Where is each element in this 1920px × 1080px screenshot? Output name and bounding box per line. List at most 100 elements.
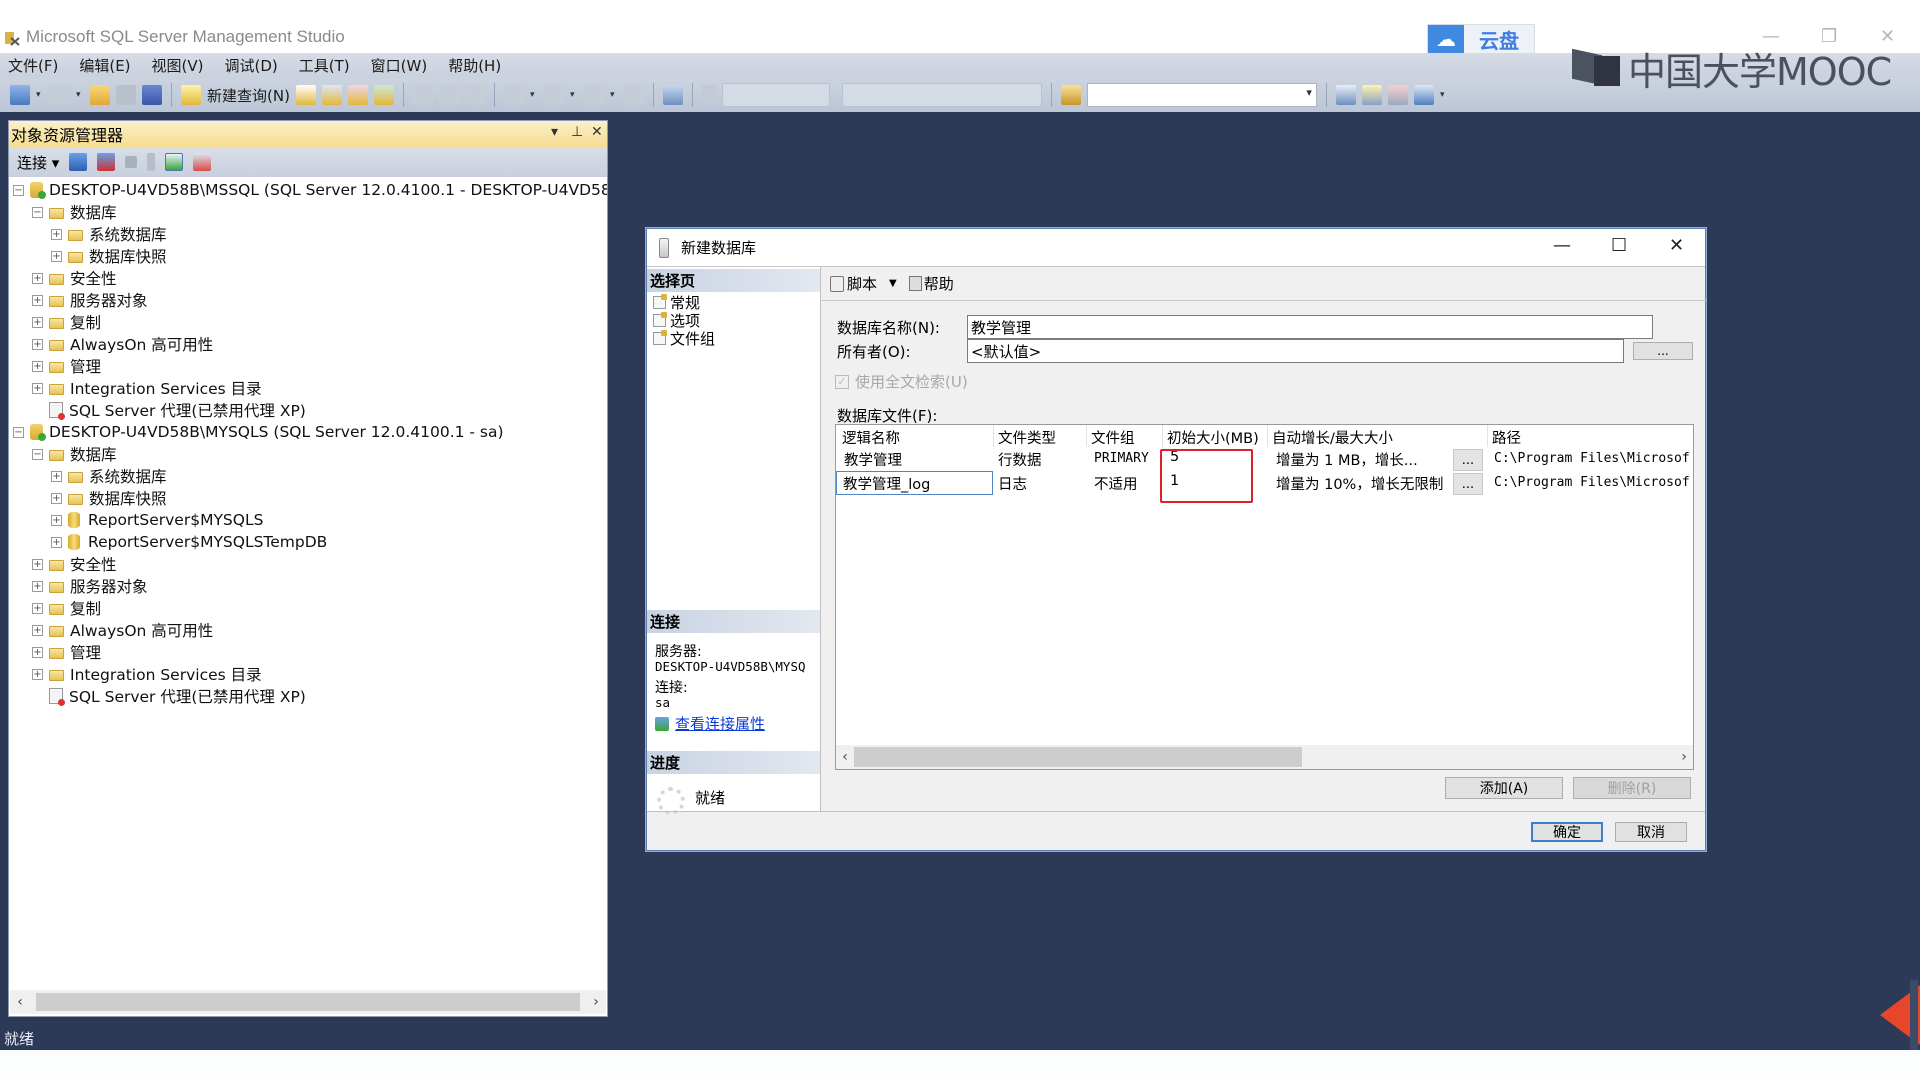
fulltext-checkbox[interactable]: ✓ 使用全文检索(U) <box>835 371 968 392</box>
row2-logical-name-input[interactable]: 教学管理_log <box>836 471 993 495</box>
expand-icon[interactable]: + <box>32 580 43 592</box>
collapse-icon[interactable]: − <box>32 206 43 218</box>
panel-menu-dropdown-icon[interactable]: ▾ <box>551 124 558 140</box>
row1-autogrowth[interactable]: 增量为 1 MB，增长... <box>1276 449 1418 470</box>
expand-icon[interactable]: + <box>32 558 43 570</box>
xmla-query-icon[interactable] <box>373 85 394 105</box>
help-button[interactable]: 帮助 <box>901 273 954 294</box>
navigate-back-dropdown-icon[interactable]: ▾ <box>610 90 618 100</box>
tree-node[interactable]: + 复制 <box>32 311 101 333</box>
scroll-left-icon[interactable]: ‹ <box>836 749 854 765</box>
collapse-icon[interactable]: − <box>13 184 24 196</box>
row2-path[interactable]: C:\Program Files\Microsof <box>1494 475 1694 490</box>
tree-node[interactable]: + 安全性 <box>32 553 117 575</box>
platform-combo[interactable] <box>841 83 1042 107</box>
panel-close-icon[interactable]: ✕ <box>591 124 603 140</box>
row1-autogrowth-browse-button[interactable]: ... <box>1453 449 1483 471</box>
db-engine-query-icon[interactable] <box>295 85 316 105</box>
expand-icon[interactable]: + <box>32 624 43 636</box>
connect-button[interactable]: 连接 ▾ <box>17 152 59 173</box>
tree-node[interactable]: + 安全性 <box>32 267 117 289</box>
expand-icon[interactable]: + <box>32 646 43 658</box>
redo-dropdown-icon[interactable]: ▾ <box>570 90 578 100</box>
scroll-right-icon[interactable]: › <box>1675 749 1693 765</box>
tree-node[interactable]: + 数据库快照 <box>51 245 167 267</box>
expand-icon[interactable]: + <box>32 382 43 394</box>
find-icon[interactable] <box>1060 85 1081 105</box>
tree-node[interactable]: − DESKTOP-U4VD58B\MSSQL (SQL Server 12.0.… <box>13 179 607 201</box>
tree-node[interactable]: + 数据库快照 <box>51 487 167 509</box>
cloud-drive-badge[interactable]: ☁ 云盘 <box>1427 24 1535 54</box>
page-general[interactable]: 常规 <box>653 293 700 312</box>
col-initial-size[interactable]: 初始大小(MB) <box>1167 427 1259 448</box>
db-name-input[interactable]: 教学管理 <box>967 315 1653 339</box>
save-all-icon[interactable] <box>142 85 162 105</box>
menu-edit[interactable]: 编辑(E) <box>79 55 130 76</box>
owner-input[interactable]: <默认值> <box>967 339 1624 363</box>
scroll-thumb[interactable] <box>36 993 580 1011</box>
stop-icon[interactable] <box>125 156 138 168</box>
new-project-icon[interactable] <box>10 85 30 105</box>
tree-node[interactable]: + ReportServer$MYSQLS <box>51 509 263 531</box>
find-combo[interactable] <box>1086 83 1317 107</box>
properties-icon[interactable] <box>1413 85 1434 105</box>
menu-help[interactable]: 帮助(H) <box>448 55 501 76</box>
scroll-right-icon[interactable]: › <box>586 994 606 1010</box>
tree-node[interactable]: + 服务器对象 <box>32 289 148 311</box>
tree-node[interactable]: + Integration Services 目录 <box>32 663 262 685</box>
activity-monitor-icon[interactable] <box>662 85 683 105</box>
refresh-icon[interactable] <box>165 153 184 171</box>
expand-icon[interactable]: + <box>51 470 62 482</box>
expand-icon[interactable]: + <box>32 272 43 284</box>
expand-icon[interactable]: + <box>51 250 62 262</box>
tree-node[interactable]: + 复制 <box>32 597 101 619</box>
tree-node[interactable]: + ReportServer$MYSQLSTempDB <box>51 531 327 553</box>
open-file-icon[interactable] <box>90 85 110 105</box>
ok-button[interactable]: 确定 <box>1531 822 1603 842</box>
expand-icon[interactable]: + <box>32 602 43 614</box>
row1-path[interactable]: C:\Program Files\Microsof <box>1494 451 1694 466</box>
col-path[interactable]: 路径 <box>1492 427 1521 448</box>
new-query-button[interactable]: 新建查询(N) <box>181 85 290 106</box>
navigate-back-icon[interactable] <box>583 85 604 105</box>
cut-icon[interactable] <box>412 85 433 105</box>
script-button[interactable]: 脚本 <box>830 273 877 294</box>
undo-icon[interactable] <box>503 85 524 105</box>
tree-node[interactable]: SQL Server 代理(已禁用代理 XP) <box>32 399 306 421</box>
row2-file-type[interactable]: 日志 <box>998 473 1027 494</box>
script-dropdown-icon[interactable]: ▼ <box>889 278 897 289</box>
expand-icon[interactable]: + <box>51 536 62 548</box>
registered-servers-icon[interactable] <box>1335 85 1356 105</box>
owner-browse-button[interactable]: ... <box>1633 342 1693 360</box>
collapse-icon[interactable]: − <box>32 448 43 460</box>
undo-dropdown-icon[interactable]: ▾ <box>530 90 538 100</box>
filter-icon[interactable] <box>147 153 156 171</box>
dialog-close-button[interactable]: ✕ <box>1669 235 1684 256</box>
disconnect-icon[interactable] <box>97 153 116 171</box>
expand-icon[interactable]: + <box>32 316 43 328</box>
navigate-forward-icon[interactable] <box>623 85 644 105</box>
toolbar-overflow-icon[interactable]: ▾ <box>1440 90 1448 100</box>
expand-icon[interactable]: + <box>32 338 43 350</box>
tree-node[interactable]: SQL Server 代理(已禁用代理 XP) <box>32 685 306 707</box>
dialog-minimize-button[interactable]: — <box>1553 235 1571 256</box>
dialog-maximize-button[interactable]: ☐ <box>1611 235 1627 256</box>
page-options[interactable]: 选项 <box>653 311 700 330</box>
collapse-icon[interactable]: − <box>13 426 24 438</box>
tree-node[interactable]: + Integration Services 目录 <box>32 377 262 399</box>
solution-config-combo[interactable] <box>721 83 830 107</box>
expand-icon[interactable]: + <box>32 668 43 680</box>
row1-logical-name[interactable]: 教学管理 <box>844 449 902 470</box>
col-logical-name[interactable]: 逻辑名称 <box>842 427 900 448</box>
menu-debug[interactable]: 调试(D) <box>225 55 278 76</box>
tree-node[interactable]: + 管理 <box>32 641 101 663</box>
tree-node[interactable]: + 服务器对象 <box>32 575 148 597</box>
grid-hscrollbar[interactable]: ‹ › <box>836 745 1693 769</box>
object-explorer-icon[interactable] <box>1361 85 1382 105</box>
activity-monitor-icon[interactable] <box>193 153 212 171</box>
col-file-type[interactable]: 文件类型 <box>998 427 1056 448</box>
tree-node[interactable]: − 数据库 <box>32 201 117 223</box>
expand-icon[interactable]: + <box>51 514 62 526</box>
page-filegroups[interactable]: 文件组 <box>653 329 715 348</box>
new-project-dropdown-icon[interactable]: ▾ <box>36 90 44 100</box>
